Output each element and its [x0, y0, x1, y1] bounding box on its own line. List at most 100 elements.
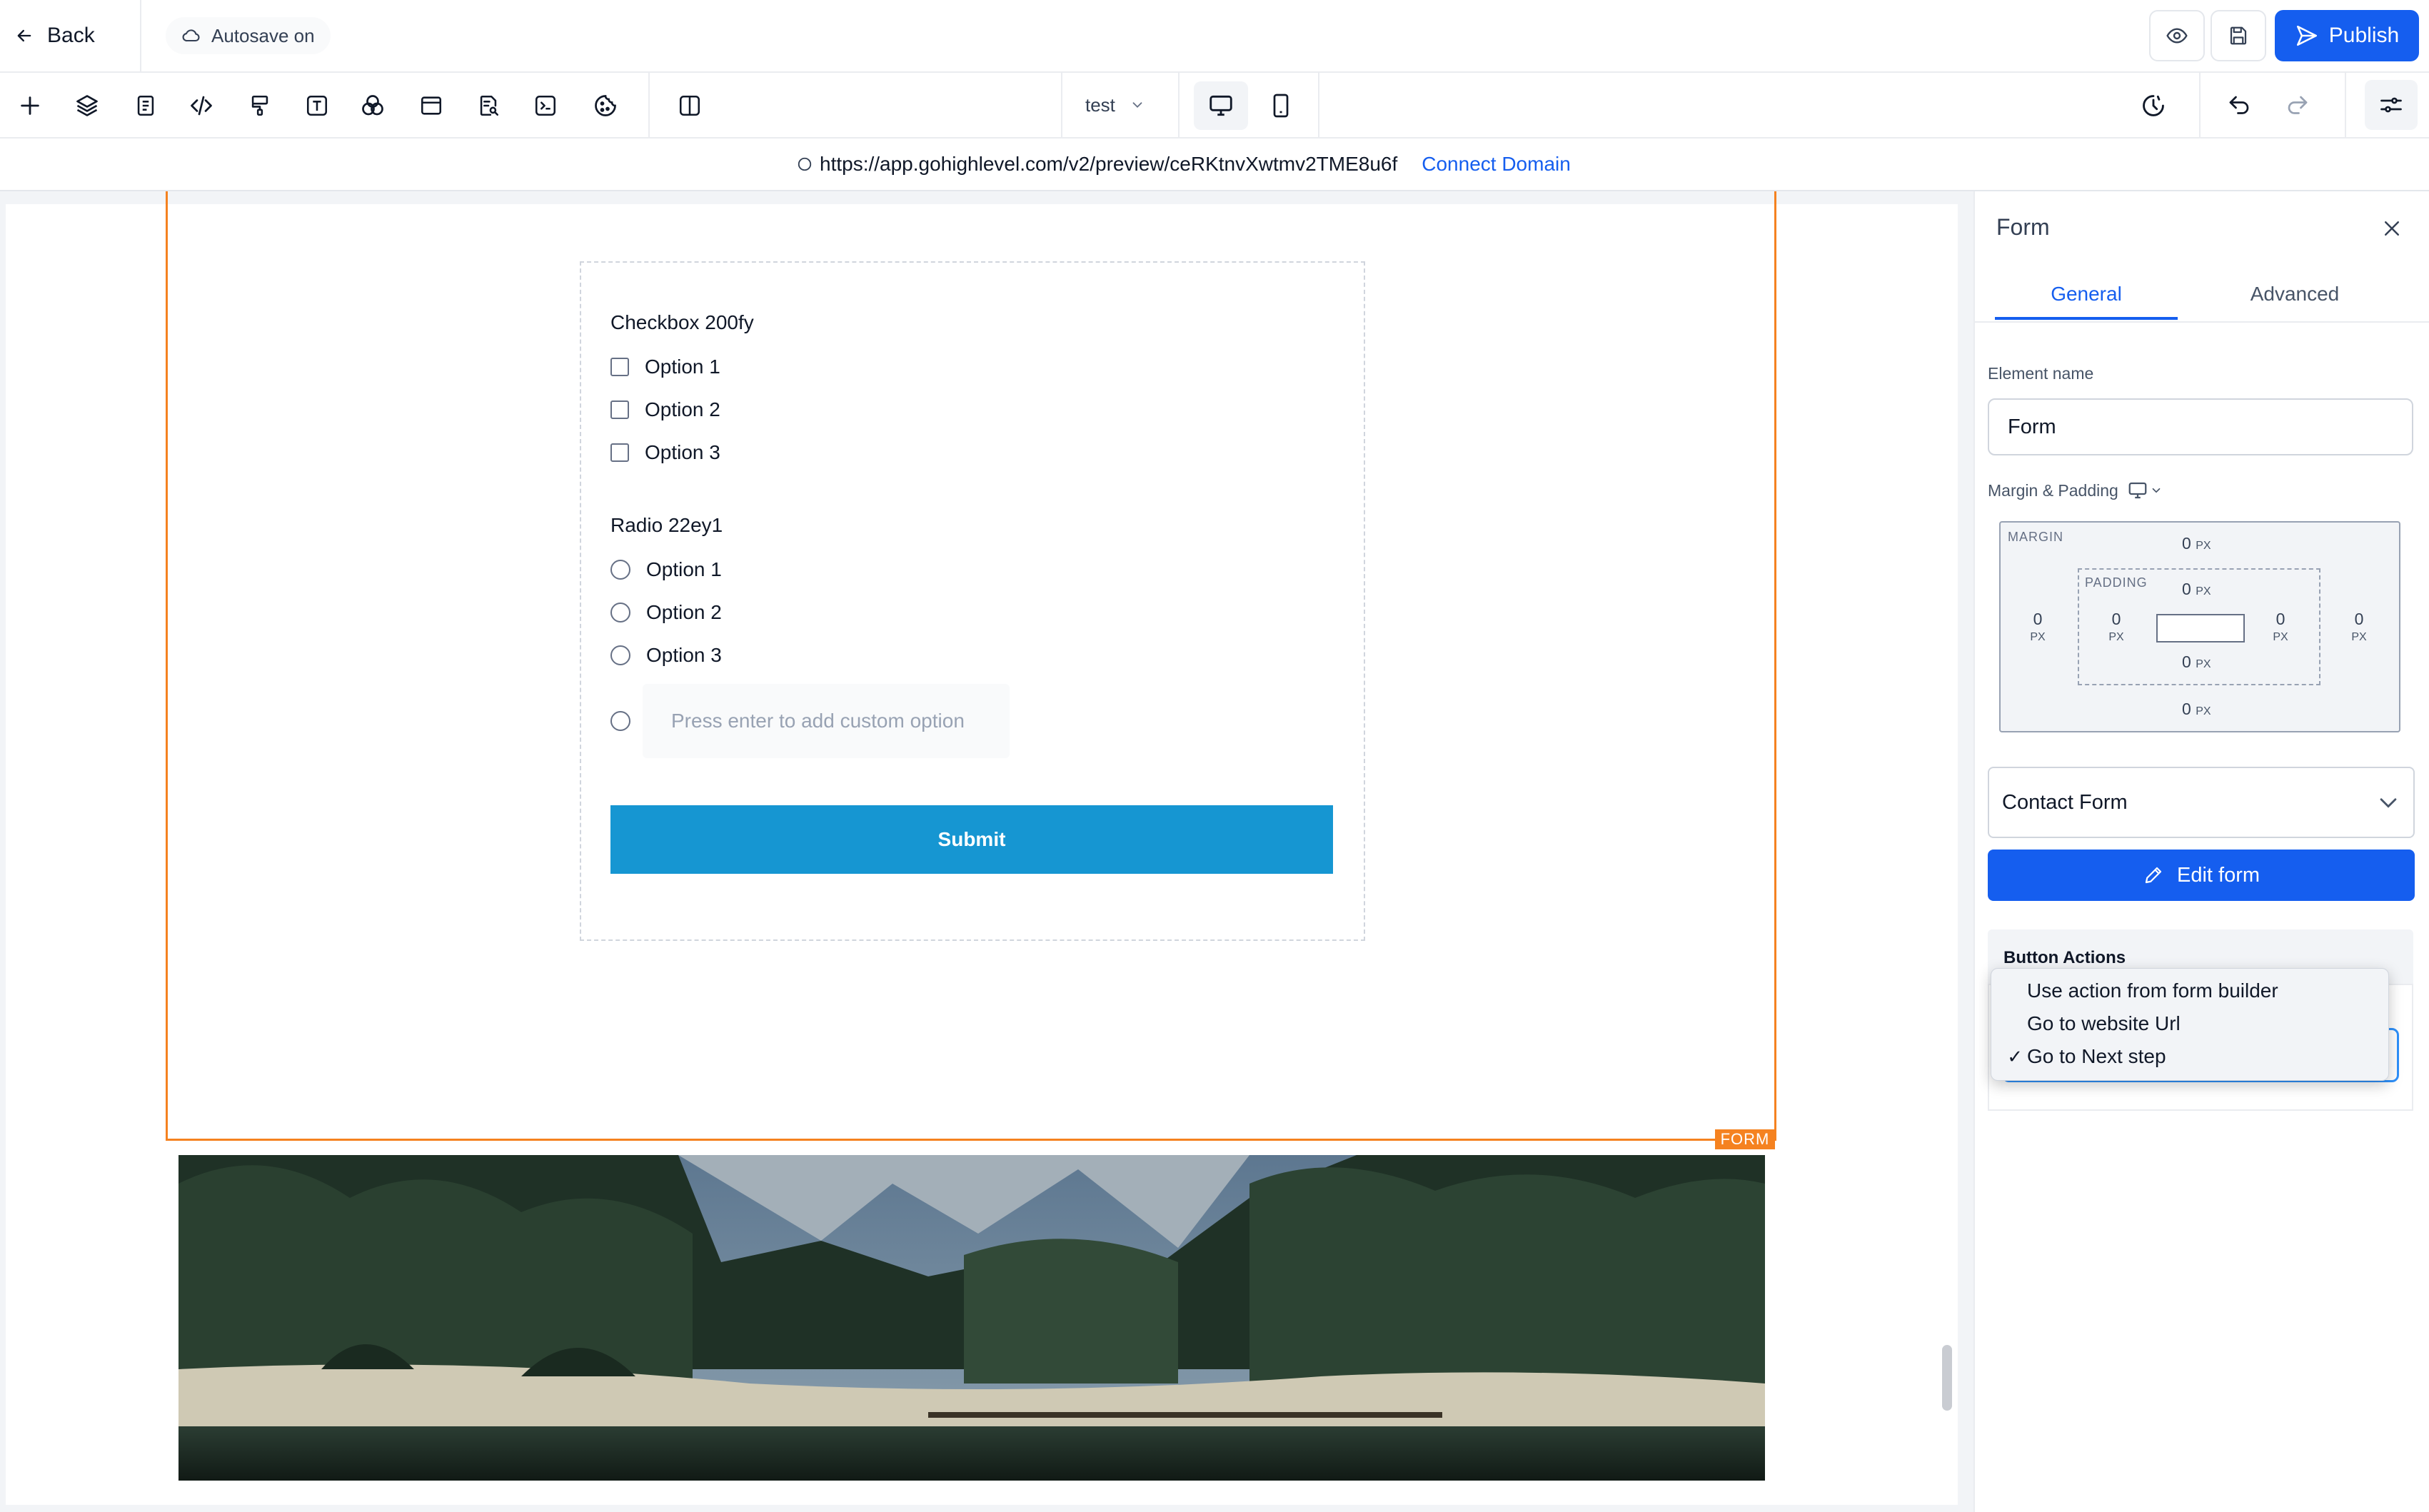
- page-select[interactable]: test: [1071, 84, 1171, 126]
- page-select-value: test: [1085, 94, 1115, 116]
- cookie-consent-button[interactable]: [583, 83, 628, 128]
- edit-form-label: Edit form: [2176, 863, 2260, 887]
- custom-option-input[interactable]: Press enter to add custom option: [643, 684, 1010, 758]
- radio-option[interactable]: Option 2: [610, 601, 722, 624]
- redo-icon: [2285, 93, 2310, 119]
- add-element-button[interactable]: [7, 83, 53, 128]
- element-name-input[interactable]: Form: [1988, 398, 2413, 455]
- tab-advanced[interactable]: Advanced: [2203, 283, 2386, 320]
- canvas-scrollbar[interactable]: [1936, 204, 1958, 1505]
- layers-icon: [74, 93, 100, 119]
- dropdown-option-form-builder-action[interactable]: Use action from form builder: [1991, 974, 2388, 1007]
- margin-padding-label: Margin & Padding: [1988, 480, 2163, 501]
- undo-button[interactable]: [2216, 83, 2262, 128]
- radio-option-label: Option 3: [646, 644, 722, 666]
- radio-option-label: Option 1: [646, 558, 722, 580]
- mobile-view-button[interactable]: [1254, 81, 1308, 130]
- shapes-icon: [360, 93, 386, 119]
- autosave-label: Autosave on: [211, 24, 315, 46]
- history-button[interactable]: [2131, 83, 2176, 128]
- padding-bottom-value[interactable]: 0 PX: [2182, 652, 2211, 672]
- radio-option[interactable]: Option 3: [610, 644, 722, 667]
- browser-icon: [419, 94, 443, 118]
- redo-button[interactable]: [2275, 83, 2320, 128]
- margin-left-value[interactable]: 0 PX: [2025, 610, 2051, 647]
- undo-icon: [2226, 93, 2252, 119]
- button-action-dropdown[interactable]: Use action from form builder Go to websi…: [1991, 968, 2389, 1081]
- tabs-divider: [1975, 321, 2429, 323]
- publish-label: Publish: [2328, 24, 2400, 47]
- margin-padding-label-text: Margin & Padding: [1988, 480, 2118, 500]
- seo-button[interactable]: [466, 83, 511, 128]
- toolbar-divider: [1318, 73, 1319, 137]
- shapes-button[interactable]: [350, 83, 396, 128]
- radio-button[interactable]: [610, 645, 630, 665]
- terminal-icon: [533, 94, 558, 118]
- arrow-left-icon: [14, 26, 34, 46]
- padding-caption: PADDING: [2085, 575, 2148, 590]
- text-button[interactable]: [294, 83, 340, 128]
- connect-domain-link[interactable]: Connect Domain: [1422, 153, 1571, 176]
- form-select[interactable]: Contact Form: [1988, 767, 2415, 838]
- toolbar-divider: [2345, 73, 2346, 137]
- canvas-scrollbar-thumb[interactable]: [1942, 1345, 1952, 1411]
- preview-url-text[interactable]: https://app.gohighlevel.com/v2/preview/c…: [820, 153, 1397, 176]
- split-view-button[interactable]: [667, 83, 713, 128]
- radio-option[interactable]: Option 1: [610, 558, 722, 581]
- preview-url: https://app.gohighlevel.com/v2/preview/c…: [797, 148, 1571, 180]
- margin-right-value[interactable]: 0 PX: [2346, 610, 2372, 647]
- margin-bottom-value[interactable]: 0 PX: [2182, 700, 2211, 719]
- radio-field-label: Radio 22ey1: [610, 514, 723, 536]
- chevron-down-icon: [2376, 790, 2400, 815]
- publish-button[interactable]: Publish: [2275, 10, 2419, 61]
- settings-button[interactable]: [2365, 80, 2418, 130]
- device-toggle[interactable]: [2127, 480, 2163, 501]
- radio-button[interactable]: [610, 711, 630, 731]
- pages-button[interactable]: [123, 83, 169, 128]
- checkbox[interactable]: [610, 443, 629, 462]
- landscape-image[interactable]: [178, 1155, 1765, 1481]
- dropdown-option-next-step[interactable]: ✓ Go to Next step: [1991, 1040, 2388, 1073]
- checkbox[interactable]: [610, 358, 629, 376]
- close-panel-button[interactable]: [2378, 214, 2406, 243]
- desktop-icon: [2127, 480, 2148, 501]
- checkbox-option[interactable]: Option 2: [610, 398, 720, 421]
- back-button[interactable]: Back: [14, 16, 95, 56]
- checkbox[interactable]: [610, 400, 629, 419]
- close-icon: [2381, 218, 2403, 239]
- content-box: [2156, 614, 2245, 642]
- desktop-view-button[interactable]: [1194, 81, 1248, 130]
- radio-option-label: Option 2: [646, 601, 722, 623]
- padding-right-value[interactable]: 0 PX: [2268, 610, 2293, 647]
- checkbox-option[interactable]: Option 3: [610, 441, 720, 464]
- mobile-icon: [1268, 93, 1294, 119]
- cookie-icon: [593, 93, 618, 119]
- save-button[interactable]: [2211, 10, 2266, 61]
- toolbar-divider: [2199, 73, 2201, 137]
- checkbox-option[interactable]: Option 1: [610, 356, 720, 378]
- send-icon: [2295, 24, 2319, 48]
- dropdown-option-website-url[interactable]: Go to website Url: [1991, 1007, 2388, 1040]
- toolbar-divider: [648, 73, 650, 137]
- autosave-status: Autosave on: [166, 17, 331, 54]
- padding-left-value[interactable]: 0 PX: [2103, 610, 2129, 647]
- custom-code-button[interactable]: [178, 83, 224, 128]
- radio-button[interactable]: [610, 560, 630, 580]
- layers-button[interactable]: [64, 83, 110, 128]
- preview-button[interactable]: [2149, 10, 2205, 61]
- checkbox-option-label: Option 3: [645, 441, 720, 463]
- back-label: Back: [47, 24, 95, 47]
- settings-sliders-icon: [2378, 92, 2404, 118]
- margin-top-value[interactable]: 0 PX: [2182, 534, 2211, 553]
- radio-button[interactable]: [610, 603, 630, 623]
- globe-icon: [797, 156, 813, 172]
- section-button[interactable]: [408, 83, 454, 128]
- padding-top-value[interactable]: 0 PX: [2182, 580, 2211, 599]
- submit-button[interactable]: Submit: [610, 805, 1333, 874]
- edit-form-button[interactable]: Edit form: [1988, 850, 2415, 901]
- tab-general[interactable]: General: [1995, 283, 2178, 320]
- tracking-code-button[interactable]: [523, 83, 568, 128]
- text-icon: [305, 94, 329, 118]
- styles-button[interactable]: [237, 83, 283, 128]
- toolbar-divider: [1061, 73, 1062, 137]
